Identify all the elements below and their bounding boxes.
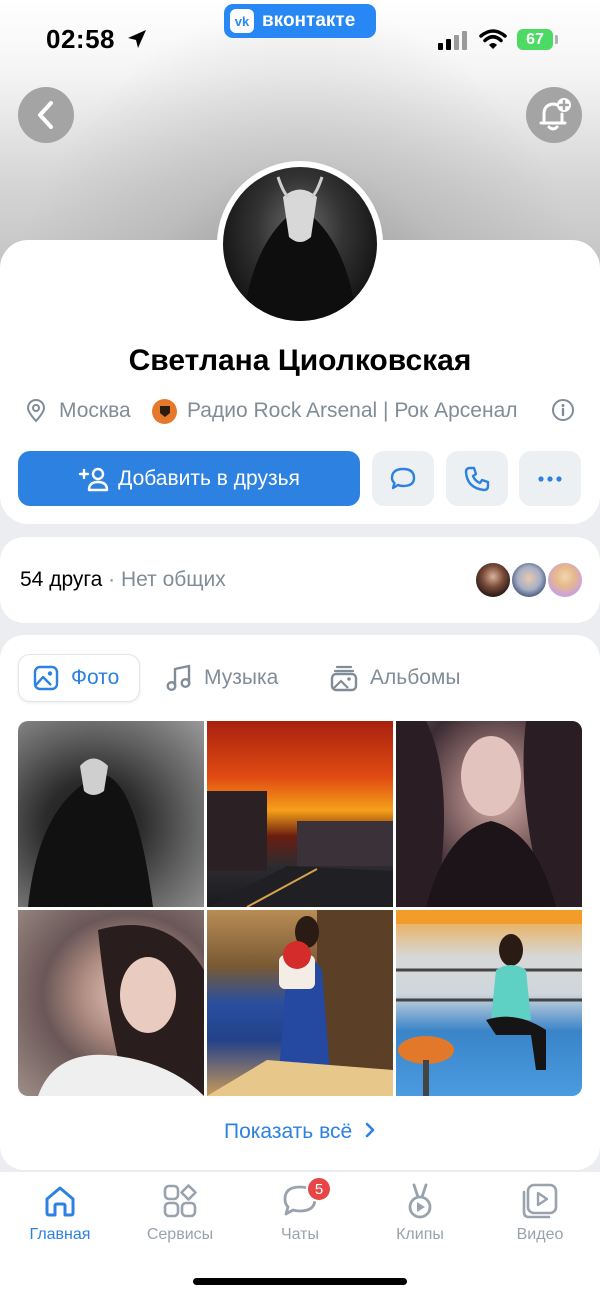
status-time: 02:58 — [46, 24, 115, 54]
photo-image — [28, 758, 153, 907]
nav-video[interactable]: Видео — [490, 1178, 590, 1244]
cellular-signal-icon — [438, 31, 467, 50]
vk-logo-icon: vk — [230, 9, 254, 33]
location-pin-icon — [26, 399, 46, 423]
notifications-button[interactable] — [526, 87, 582, 143]
home-icon — [45, 1186, 75, 1217]
tab-albums[interactable]: Альбомы — [316, 654, 474, 702]
image-icon — [33, 665, 59, 691]
photo-thumbnail[interactable] — [396, 910, 582, 1096]
battery-tip — [555, 35, 558, 44]
battery-indicator: 67 — [517, 29, 553, 50]
tab-albums-label: Альбомы — [370, 666, 461, 689]
add-friend-label: Добавить в друзья — [118, 466, 300, 490]
radio-logo-icon — [152, 398, 177, 424]
music-icon — [166, 664, 191, 692]
nav-home-label: Главная — [29, 1226, 91, 1243]
location-info[interactable]: Москва — [25, 399, 131, 423]
photo-image — [207, 791, 393, 907]
job-text: Радио Rock Arsenal | Рок Арсенал — [187, 399, 518, 422]
photo-image — [396, 910, 582, 1096]
photo-thumbnail[interactable] — [396, 721, 582, 907]
location-arrow-icon — [128, 30, 146, 48]
add-user-icon — [78, 467, 109, 491]
photo-image — [38, 925, 204, 1096]
nav-home[interactable]: Главная — [10, 1178, 110, 1244]
photo-thumbnail[interactable] — [18, 721, 204, 907]
nav-clips[interactable]: Клипы — [370, 1178, 470, 1244]
nav-video-label: Видео — [516, 1226, 564, 1243]
show-all-link[interactable]: Показать всё — [0, 1120, 600, 1144]
nav-chats-label: Чаты — [280, 1226, 320, 1243]
avatar-ring — [217, 161, 383, 327]
friend-avatars[interactable] — [474, 561, 584, 599]
tab-photo[interactable]: Фото — [18, 654, 140, 702]
friends-mutual: Нет общих — [120, 568, 226, 591]
tab-music[interactable]: Музыка — [152, 654, 292, 702]
back-button[interactable] — [18, 87, 74, 143]
photo-thumbnail[interactable] — [18, 910, 204, 1096]
nav-clips-label: Клипы — [396, 1226, 444, 1243]
home-indicator[interactable] — [193, 1278, 407, 1285]
albums-icon — [330, 665, 358, 692]
phone-icon — [464, 466, 490, 491]
friends-summary[interactable]: 54 друга · Нет общих — [20, 568, 226, 592]
nav-services-label: Сервисы — [146, 1226, 214, 1243]
more-dots-icon — [538, 475, 562, 482]
location-text: Москва — [59, 399, 131, 422]
tab-music-label: Музыка — [204, 666, 279, 689]
add-friend-button[interactable]: Добавить в друзья — [18, 451, 360, 506]
friends-separator: · — [108, 568, 116, 591]
friends-count: 54 друга — [20, 568, 103, 591]
bell-plus-icon — [539, 98, 571, 131]
job-info[interactable]: Радио Rock Arsenal | Рок Арсенал — [152, 398, 518, 424]
photo-image — [207, 910, 393, 1096]
call-button[interactable] — [446, 451, 508, 506]
vk-app-pill-label: вконтакте — [262, 10, 356, 31]
tab-photo-label: Фото — [71, 666, 120, 689]
clips-icon — [408, 1183, 432, 1219]
profile-info-row: Москва Радио Rock Arsenal | Рок Арсенал — [0, 396, 600, 426]
vk-app-pill[interactable]: vk вконтакте — [224, 4, 376, 38]
chevron-left-icon — [38, 101, 53, 129]
show-all-label: Показать всё — [223, 1120, 353, 1143]
avatar[interactable] — [223, 167, 377, 321]
chevron-right-icon — [365, 1122, 375, 1138]
nav-chats[interactable]: 5 Чаты — [250, 1176, 350, 1244]
status-bar: 02:58 vk вконтакте 67 — [0, 0, 600, 80]
profile-name: Светлана Циолковская — [128, 344, 472, 377]
services-icon — [163, 1184, 197, 1218]
video-icon — [522, 1183, 558, 1219]
friend-avatar — [474, 561, 512, 599]
photo-thumbnail[interactable] — [207, 910, 393, 1096]
nav-services[interactable]: Сервисы — [130, 1178, 230, 1244]
message-icon — [390, 467, 416, 489]
photo-image — [396, 721, 582, 907]
photo-thumbnail[interactable] — [207, 721, 393, 907]
info-icon[interactable] — [551, 398, 575, 422]
chats-unread-badge: 5 — [306, 1176, 332, 1202]
avatar-photo — [243, 176, 357, 321]
friend-avatar — [546, 561, 584, 599]
message-button[interactable] — [372, 451, 434, 506]
wifi-icon — [479, 29, 507, 49]
friend-avatar — [510, 561, 548, 599]
more-button[interactable] — [519, 451, 581, 506]
